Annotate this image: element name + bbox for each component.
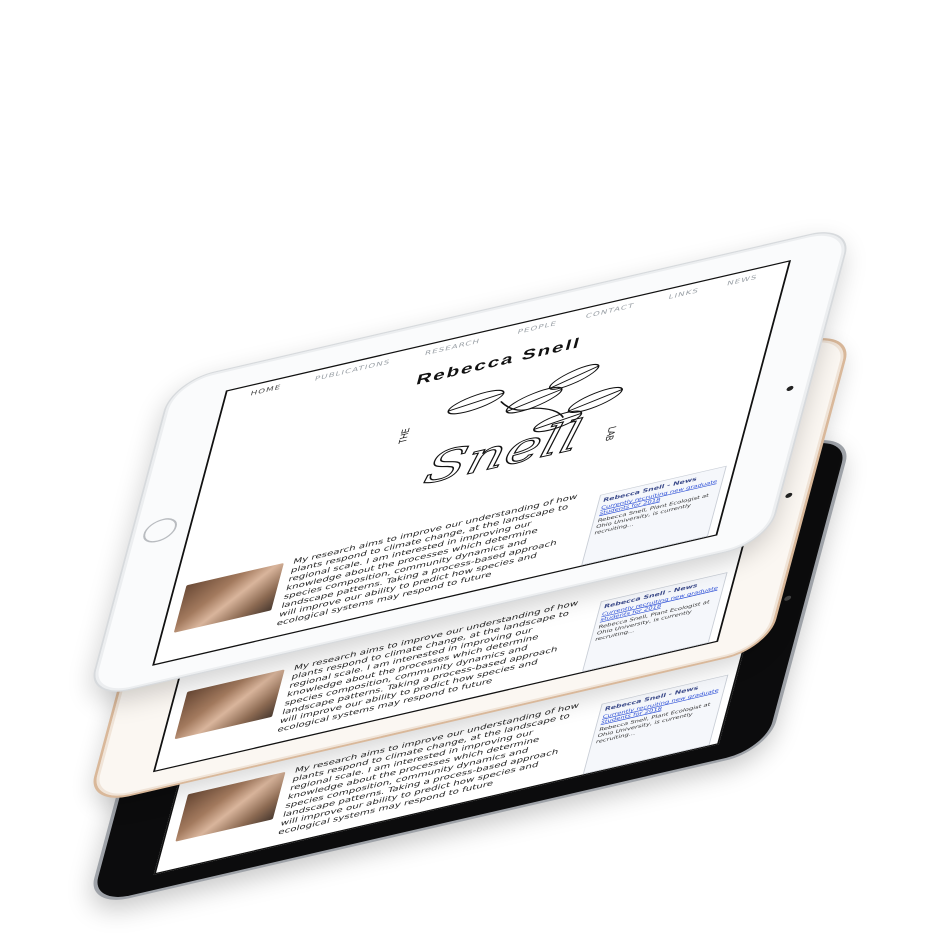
device-mockup-scene: NEWS My research aims to improve our und… (0, 0, 950, 950)
front-camera (785, 385, 795, 392)
nav-item-people[interactable]: PEOPLE (517, 320, 558, 336)
front-camera (783, 595, 792, 602)
nav-item-home[interactable]: HOME (250, 384, 282, 398)
home-button (140, 515, 180, 546)
nav-item-research[interactable]: RESEARCH (424, 338, 481, 357)
logo-wordmark: Snell (419, 410, 587, 495)
nav-item-links[interactable]: LINKS (668, 287, 700, 301)
nav-item-publications[interactable]: PUBLICATIONS (314, 359, 391, 383)
profile-photo (175, 771, 286, 842)
front-camera (784, 492, 793, 499)
logo-prefix: THE (397, 427, 413, 445)
profile-photo (173, 562, 284, 633)
profile-photo (174, 669, 285, 740)
nav-item-news[interactable]: NEWS (726, 274, 758, 288)
nav-item-contact[interactable]: CONTACT (585, 302, 635, 320)
news-widget: Rebecca Snell - News Currently recruitin… (581, 465, 727, 566)
news-widget: Rebecca Snell - News Currently recruitin… (582, 572, 728, 672)
news-widget: Rebecca Snell - News Currently recruitin… (582, 674, 729, 775)
logo-suffix: LAB (602, 425, 618, 442)
